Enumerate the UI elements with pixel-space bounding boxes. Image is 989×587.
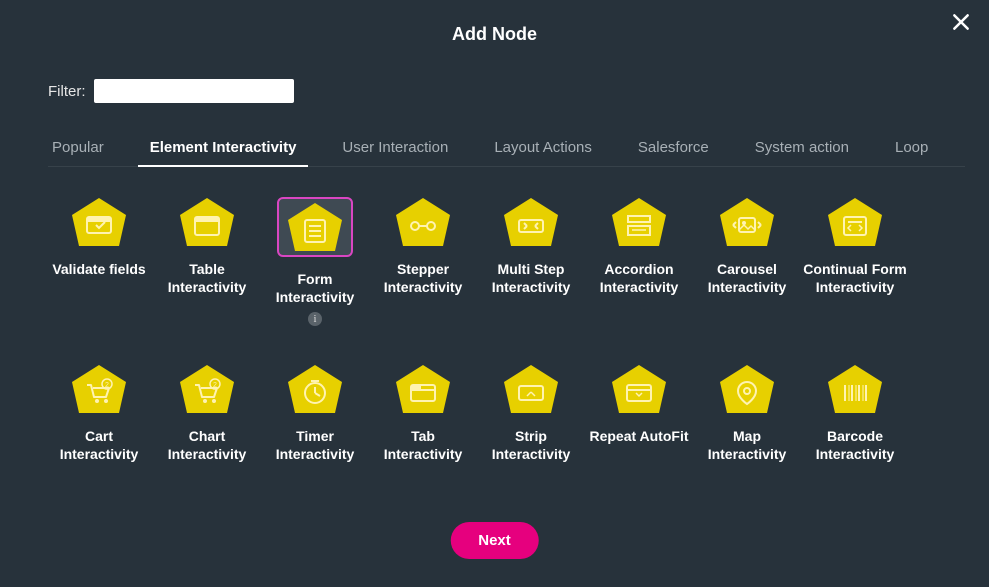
continualform-icon (826, 197, 884, 247)
page-title: Add Node (0, 0, 989, 45)
filter-row: Filter: (48, 79, 989, 103)
carousel-icon (718, 197, 776, 247)
node-label: Repeat AutoFit (589, 428, 688, 446)
timer-icon (286, 364, 344, 414)
barcode-icon (826, 364, 884, 414)
validate-icon (70, 197, 128, 247)
strip-icon (502, 364, 560, 414)
node-stepper-interactivity[interactable]: Stepper Interactivity (370, 197, 476, 326)
node-label: Form Interactivity (262, 271, 368, 306)
node-grid-wrap: Validate fields Table Interactivity Form… (36, 197, 953, 497)
node-label: Accordion Interactivity (586, 261, 692, 296)
svg-text:2: 2 (105, 382, 109, 389)
tab-element-interactivity[interactable]: Element Interactivity (146, 131, 301, 166)
node-continual-form-interactivity[interactable]: Continual Form Interactivity (802, 197, 908, 326)
node-label: Tab Interactivity (370, 428, 476, 463)
node-label: Table Interactivity (154, 261, 260, 296)
accordion-icon (610, 197, 668, 247)
node-label: Barcode Interactivity (802, 428, 908, 463)
cart-icon: 2 (70, 364, 128, 414)
node-repeat-autofit[interactable]: Repeat AutoFit (586, 364, 692, 463)
tab-layout-actions[interactable]: Layout Actions (490, 131, 596, 166)
node-label: Strip Interactivity (478, 428, 584, 463)
stepper-icon (394, 197, 452, 247)
node-strip-interactivity[interactable]: Strip Interactivity (478, 364, 584, 463)
node-label: Multi Step Interactivity (478, 261, 584, 296)
node-label: Cart Interactivity (46, 428, 152, 463)
tab-user-interaction[interactable]: User Interaction (338, 131, 452, 166)
node-map-interactivity[interactable]: Map Interactivity (694, 364, 800, 463)
node-tab-interactivity[interactable]: Tab Interactivity (370, 364, 476, 463)
node-chart-interactivity[interactable]: 2 Chart Interactivity (154, 364, 260, 463)
node-accordion-interactivity[interactable]: Accordion Interactivity (586, 197, 692, 326)
form-icon (277, 197, 353, 257)
node-barcode-interactivity[interactable]: Barcode Interactivity (802, 364, 908, 463)
node-cart-interactivity[interactable]: 2 Cart Interactivity (46, 364, 152, 463)
tab-loop[interactable]: Loop (891, 131, 932, 166)
svg-text:2: 2 (213, 382, 217, 389)
repeat-icon (610, 364, 668, 414)
node-label: Continual Form Interactivity (802, 261, 908, 296)
next-button[interactable]: Next (450, 522, 539, 559)
node-label: Carousel Interactivity (694, 261, 800, 296)
node-label: Stepper Interactivity (370, 261, 476, 296)
node-label: Map Interactivity (694, 428, 800, 463)
close-button[interactable] (951, 12, 971, 35)
filter-input[interactable] (94, 79, 294, 103)
tab-system-action[interactable]: System action (751, 131, 853, 166)
close-icon (951, 20, 971, 35)
multistep-icon (502, 197, 560, 247)
node-carousel-interactivity[interactable]: Carousel Interactivity (694, 197, 800, 326)
node-validate-fields[interactable]: Validate fields (46, 197, 152, 326)
node-grid: Validate fields Table Interactivity Form… (36, 197, 953, 463)
chart-icon: 2 (178, 364, 236, 414)
info-icon[interactable]: i (308, 312, 322, 326)
tab-popular[interactable]: Popular (48, 131, 108, 166)
node-label: Validate fields (52, 261, 145, 279)
table-icon (178, 197, 236, 247)
tab-icon (394, 364, 452, 414)
filter-label: Filter: (48, 83, 86, 100)
node-form-interactivity[interactable]: Form Interactivity i (262, 197, 368, 326)
node-label: Chart Interactivity (154, 428, 260, 463)
tab-salesforce[interactable]: Salesforce (634, 131, 713, 166)
node-label: Timer Interactivity (262, 428, 368, 463)
map-icon (718, 364, 776, 414)
node-table-interactivity[interactable]: Table Interactivity (154, 197, 260, 326)
node-multi-step-interactivity[interactable]: Multi Step Interactivity (478, 197, 584, 326)
tab-bar: Popular Element Interactivity User Interac… (48, 131, 965, 167)
node-timer-interactivity[interactable]: Timer Interactivity (262, 364, 368, 463)
